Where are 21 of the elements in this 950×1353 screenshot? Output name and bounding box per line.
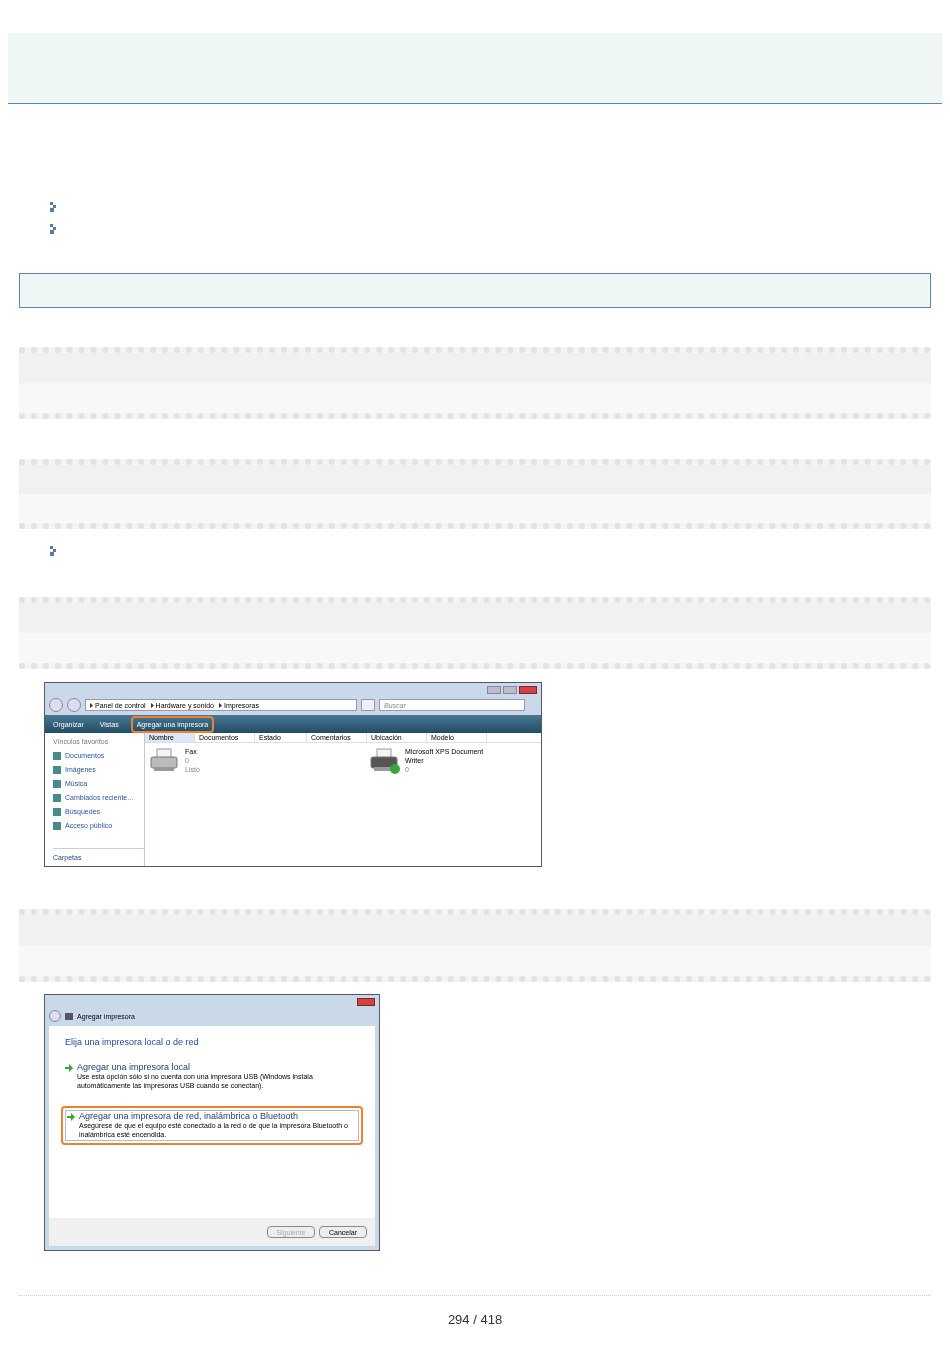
close-icon[interactable] <box>357 998 375 1006</box>
chevron-right-icon <box>218 702 222 708</box>
chevron-right-icon <box>90 702 93 708</box>
arrow-icon <box>65 1064 73 1072</box>
arrow-icon <box>67 1113 75 1121</box>
forward-button-icon[interactable] <box>67 698 81 712</box>
chevron-right-icon <box>150 702 154 708</box>
back-button-icon[interactable] <box>49 1010 61 1022</box>
printer-icon <box>65 1012 73 1020</box>
dialog-heading: Elija una impresora local o de red <box>65 1038 200 1047</box>
arrow-bullet-icon <box>50 202 58 212</box>
back-button-icon[interactable] <box>49 698 63 712</box>
option-title: Agregar una impresora de red, inalámbrica o Bluetooth <box>79 1112 300 1121</box>
option-title: Agregar una impresora local <box>77 1063 192 1072</box>
maximize-icon[interactable] <box>503 686 517 694</box>
minimize-icon[interactable] <box>487 686 501 694</box>
arrow-bullet-icon <box>50 224 58 234</box>
close-icon[interactable] <box>519 686 537 694</box>
refresh-icon[interactable] <box>361 699 375 711</box>
arrow-bullet-icon <box>50 546 58 556</box>
page-number: 294 / 418 <box>447 1311 503 1329</box>
